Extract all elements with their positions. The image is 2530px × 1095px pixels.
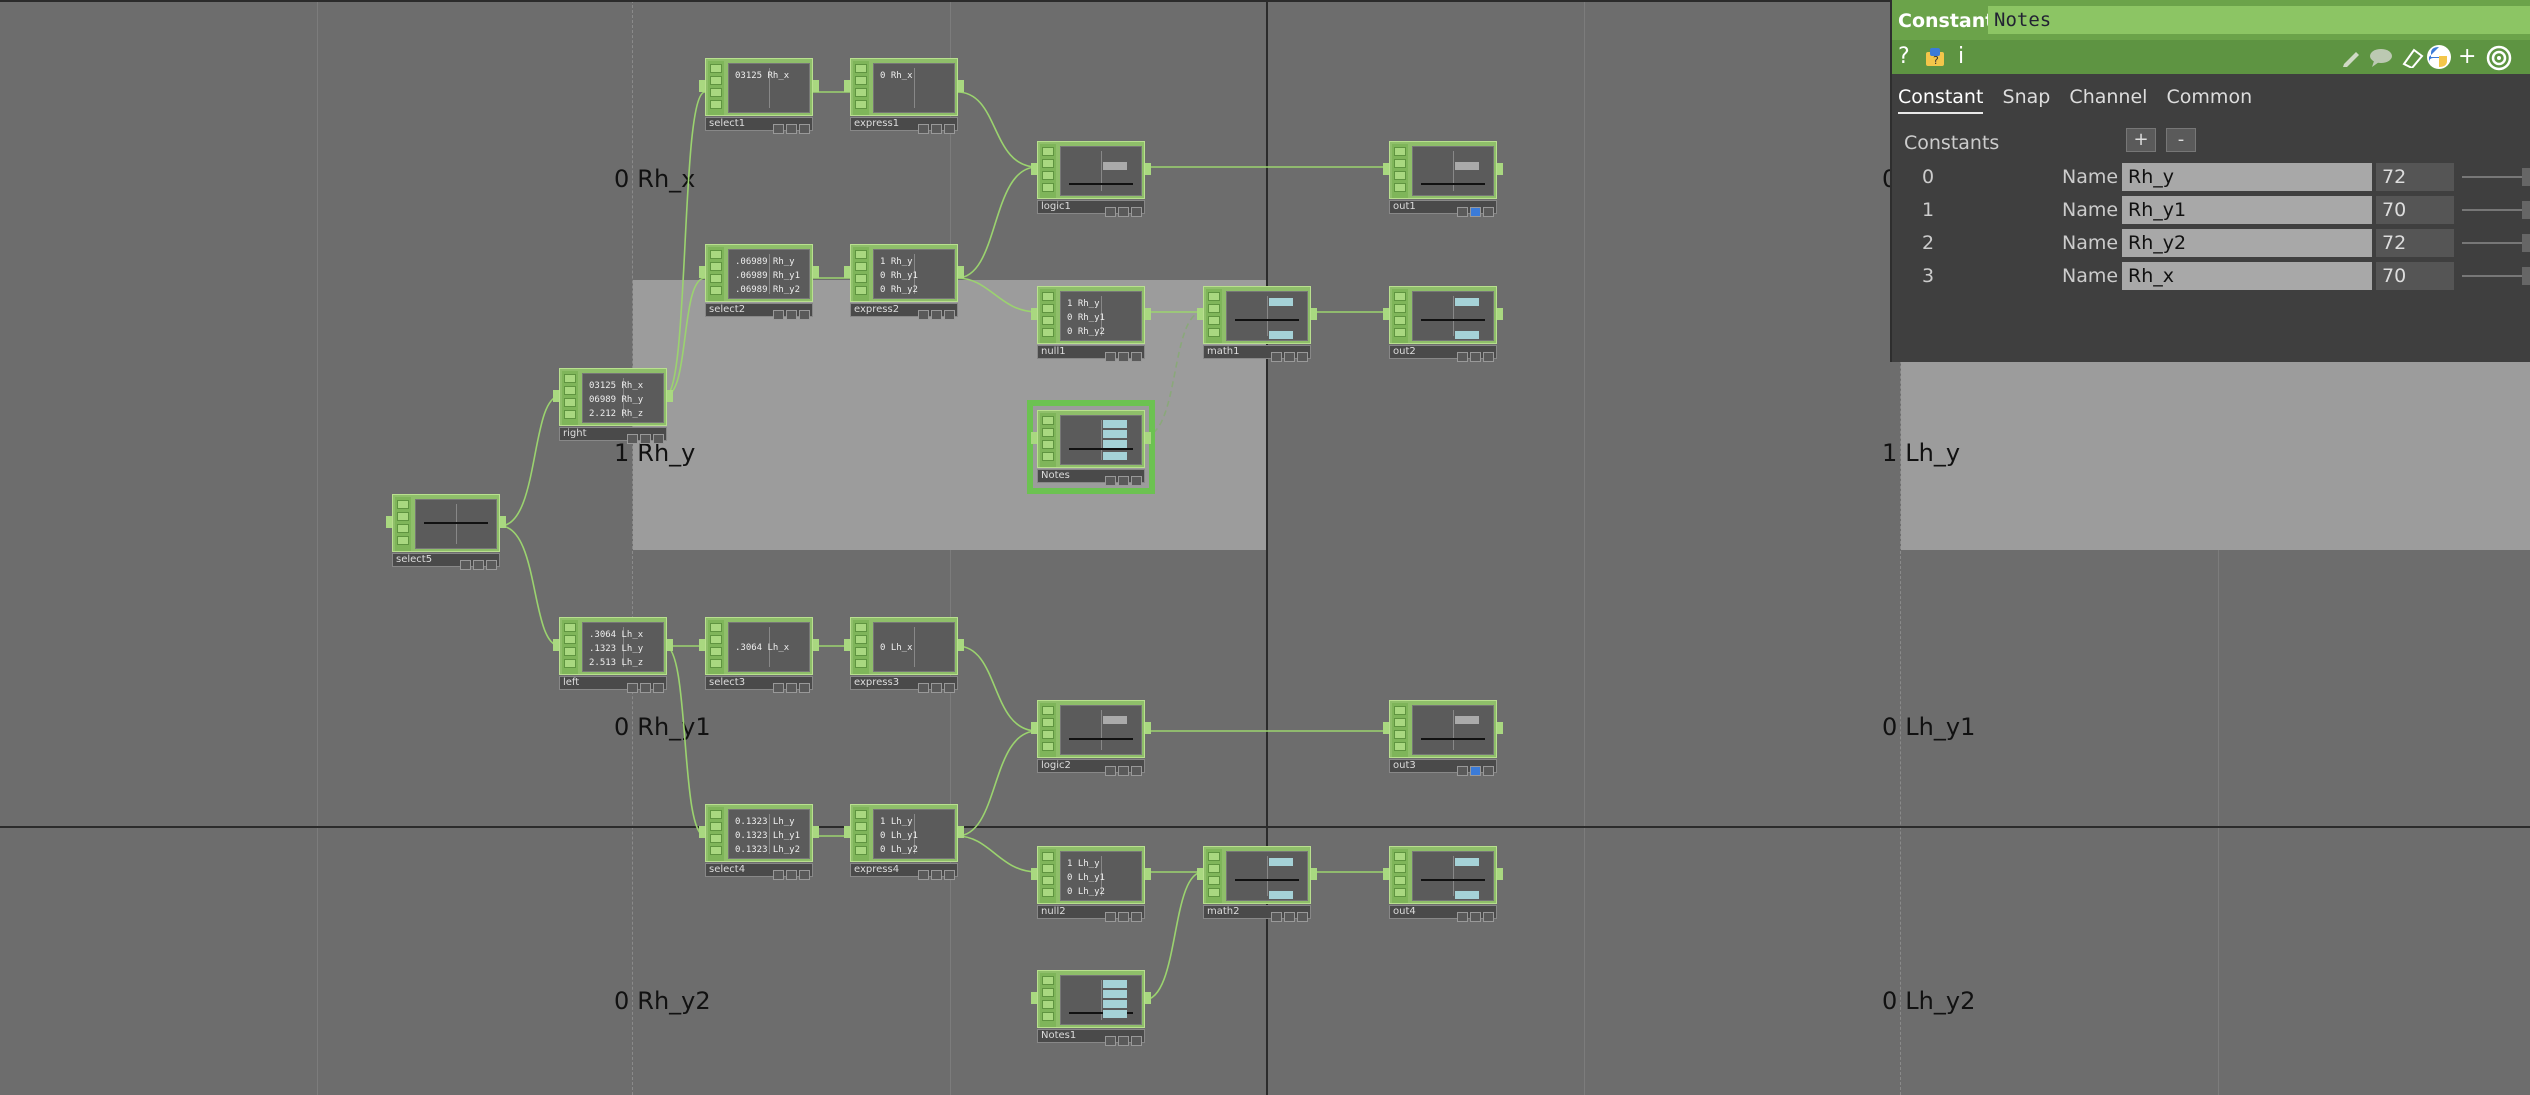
wire	[499, 525, 561, 647]
node-express1[interactable]: 0 Rh_x express1	[844, 58, 964, 134]
node-math1[interactable]: math1	[1197, 286, 1317, 362]
constant-value-slider[interactable]	[2462, 275, 2530, 277]
node-express3[interactable]: 0 Lh_x express3	[844, 617, 964, 693]
node-math2[interactable]: math2	[1197, 846, 1317, 922]
node-out3[interactable]: out3	[1383, 700, 1503, 776]
wire	[664, 645, 706, 837]
constant-row: 1 Name Rh_y1 70	[1892, 195, 2530, 225]
constant-name-field[interactable]: Rh_y1	[2122, 196, 2372, 224]
wire	[956, 166, 1038, 279]
panel-toolbar: ? ? i +	[1892, 40, 2530, 74]
add-icon[interactable]: +	[2458, 44, 2476, 70]
constant-name-field[interactable]: Rh_x	[2122, 262, 2372, 290]
constant-index: 2	[1922, 232, 1935, 254]
node-select3[interactable]: .3064 Lh_x select3	[699, 617, 819, 693]
constant-name-field[interactable]: Rh_y2	[2122, 229, 2372, 257]
constant-value-slider[interactable]	[2462, 176, 2530, 178]
node-out1[interactable]: out1	[1383, 141, 1503, 217]
constant-row: 2 Name Rh_y2 72	[1892, 228, 2530, 258]
constant-value-slider[interactable]	[2462, 209, 2530, 211]
node-select2[interactable]: .06989 Rh_y .06989 Rh_y1 .06989 Rh_y2 se…	[699, 244, 819, 320]
python-icon[interactable]	[2426, 44, 2452, 77]
node-select1[interactable]: 03125 Rh_x select1	[699, 58, 819, 134]
node-logic2[interactable]: logic2	[1031, 700, 1151, 776]
constant-name-label: Name	[2062, 199, 2119, 221]
python-help-icon[interactable]: ?	[1924, 46, 1948, 75]
panel-titlebar: Constant Notes	[1892, 0, 2530, 40]
constants-section-label: Constants	[1904, 132, 2000, 154]
wire	[956, 277, 1038, 313]
edit-icon[interactable]	[2340, 46, 2362, 75]
help-icon[interactable]: ?	[1898, 44, 1910, 70]
wire	[956, 645, 1038, 732]
node-null2[interactable]: 1 Lh_y 0 Lh_y1 0 Lh_y2 null2	[1031, 846, 1151, 922]
node-select4[interactable]: 0.1323 Lh_y 0.1323 Lh_y1 0.1323 Lh_y2 se…	[699, 804, 819, 880]
slider-handle[interactable]	[2522, 201, 2530, 219]
node-null1[interactable]: 1 Rh_y 0 Rh_y1 0 Rh_y2 null1	[1031, 286, 1151, 362]
parameter-panel: Constant Notes ? ? i + Constant Snap Cha…	[1890, 0, 2530, 362]
add-constant-button[interactable]: +	[2126, 128, 2156, 152]
operator-name-field[interactable]: Notes	[1988, 6, 2530, 34]
operator-type: Constant	[1898, 10, 1995, 32]
tab-constant[interactable]: Constant	[1898, 86, 1984, 114]
slider-handle[interactable]	[2522, 267, 2530, 285]
wire	[956, 835, 1038, 873]
wire	[499, 395, 561, 527]
copy-icon[interactable]	[2400, 46, 2424, 75]
constant-value-field[interactable]: 72	[2376, 163, 2454, 191]
info-icon[interactable]: i	[1958, 44, 1964, 70]
constant-index: 1	[1922, 199, 1935, 221]
node-select5[interactable]: select5	[386, 494, 506, 570]
node-express4[interactable]: 1 Lh_y 0 Lh_y1 0 Lh_y2 express4	[844, 804, 964, 880]
constant-index: 0	[1922, 166, 1935, 188]
node-express2[interactable]: 1 Rh_y 0 Rh_y1 0 Rh_y2 express2	[844, 244, 964, 320]
slider-handle[interactable]	[2522, 234, 2530, 252]
wire	[1143, 311, 1204, 437]
tab-channel[interactable]: Channel	[2069, 86, 2147, 112]
constant-row: 0 Name Rh_y 72	[1892, 162, 2530, 192]
panel-tabs: Constant Snap Channel Common	[1898, 86, 2266, 114]
comment-icon[interactable]	[2368, 46, 2394, 75]
slider-handle[interactable]	[2522, 168, 2530, 186]
wire	[1143, 871, 1204, 1001]
node-notes[interactable]: Notes	[1027, 400, 1155, 494]
wire	[956, 91, 1038, 168]
wire	[664, 277, 706, 397]
constant-name-label: Name	[2062, 265, 2119, 287]
tab-snap[interactable]: Snap	[2003, 86, 2051, 112]
constant-index: 3	[1922, 265, 1935, 287]
constant-name-label: Name	[2062, 232, 2119, 254]
node-out4[interactable]: out4	[1383, 846, 1503, 922]
constant-value-field[interactable]: 72	[2376, 229, 2454, 257]
constant-row: 3 Name Rh_x 70	[1892, 261, 2530, 291]
constant-name-field[interactable]: Rh_y	[2122, 163, 2372, 191]
tab-common[interactable]: Common	[2167, 86, 2253, 112]
node-out2[interactable]: out2	[1383, 286, 1503, 362]
node-logic1[interactable]: logic1	[1031, 141, 1151, 217]
wire	[664, 91, 706, 397]
constant-value-field[interactable]: 70	[2376, 262, 2454, 290]
svg-text:?: ?	[1933, 54, 1939, 67]
node-left[interactable]: .3064 Lh_x .1323 Lh_y 2.513 Lh_z left	[553, 617, 673, 693]
remove-constant-button[interactable]: -	[2166, 128, 2196, 152]
node-notes1[interactable]: Notes1	[1031, 970, 1151, 1046]
constant-name-label: Name	[2062, 166, 2119, 188]
constant-value-field[interactable]: 70	[2376, 196, 2454, 224]
node-right[interactable]: 03125 Rh_x 06989 Rh_y 2.212 Rh_z right	[553, 368, 673, 444]
constant-value-slider[interactable]	[2462, 242, 2530, 244]
target-icon[interactable]	[2486, 45, 2512, 78]
wire	[956, 730, 1038, 837]
